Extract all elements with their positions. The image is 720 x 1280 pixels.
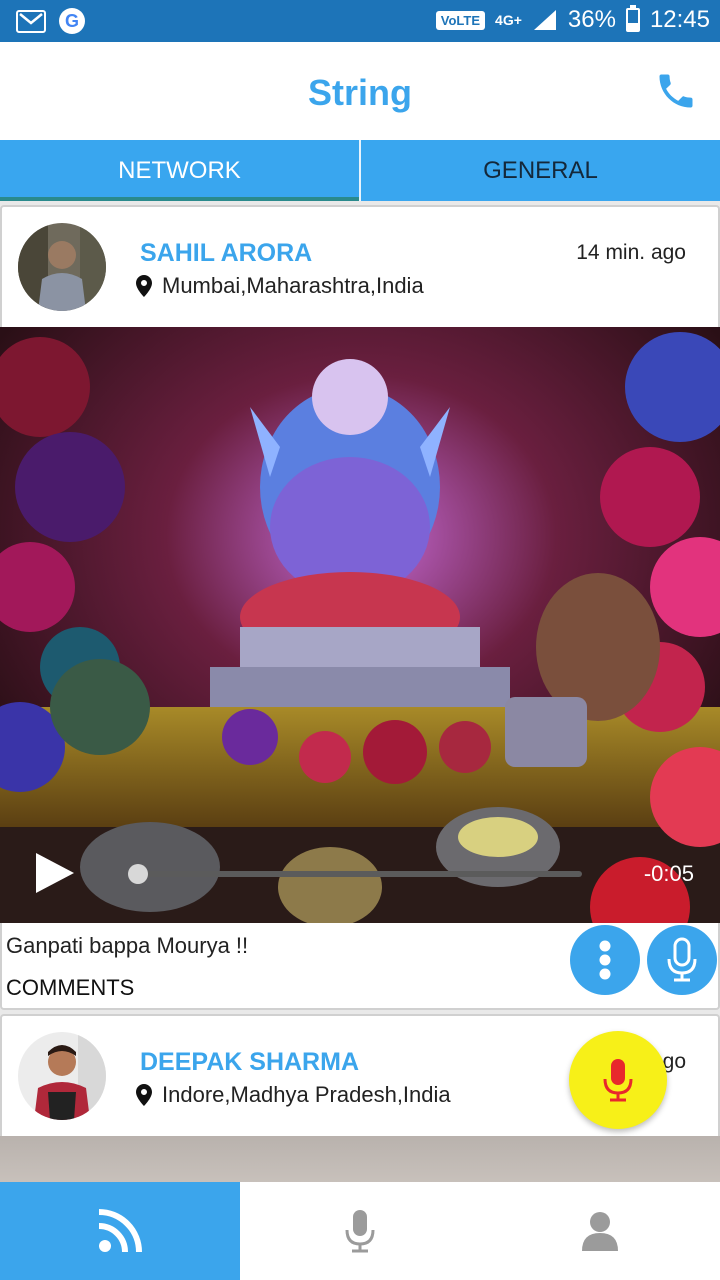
network-type: 4G+ [495,12,522,28]
phone-icon[interactable] [654,69,698,113]
nav-feed[interactable] [0,1182,240,1280]
tab-general[interactable]: GENERAL [359,140,720,201]
app-bar: String [0,42,720,140]
more-vert-icon [599,940,611,980]
clock: 12:45 [649,6,710,33]
volte-badge: VoLTE [435,10,486,30]
play-icon[interactable] [30,849,78,897]
google-icon: G [59,8,85,34]
time-remaining: -0:05 [643,861,694,886]
seek-bar[interactable] [138,871,582,877]
avatar[interactable] [18,223,106,311]
tab-network[interactable]: NETWORK [0,140,359,201]
battery-icon [625,5,640,32]
location-pin-icon [136,1084,152,1106]
video-player[interactable]: -0:05 [0,327,720,923]
voice-comment-button[interactable] [647,925,717,995]
post-location: Indore,Madhya Pradesh,India [136,1082,451,1108]
avatar[interactable] [18,1032,106,1120]
person-icon [582,1212,618,1251]
post-author[interactable]: DEEPAK SHARMA [140,1048,359,1077]
post-header: SAHIL ARORA Mumbai,Maharashtra,India 14 … [2,207,718,327]
battery-percent: 36% [567,6,616,33]
post-author[interactable]: SAHIL ARORA [140,239,312,268]
mic-icon [667,937,697,982]
svg-text:G: G [65,11,79,31]
signal-icon [533,10,556,30]
gmail-icon [16,10,46,33]
nav-record[interactable] [240,1182,480,1280]
mic-icon [345,1210,375,1253]
tab-bar: NETWORK GENERAL [0,140,720,201]
video-thumbnail [0,327,720,923]
post-card: SAHIL ARORA Mumbai,Maharashtra,India 14 … [0,205,720,1010]
mic-icon [603,1059,633,1102]
comments-link[interactable]: COMMENTS [6,975,134,1001]
feed-icon [98,1209,142,1253]
status-bar: G VoLTE 4G+ 36% 12:45 [0,0,720,42]
location-text: Mumbai,Maharashtra,India [162,273,424,298]
post-timestamp: 14 min. ago [576,241,686,264]
location-pin-icon [136,275,152,297]
post-location: Mumbai,Maharashtra,India [136,273,424,299]
app-title: String [308,72,412,113]
nav-profile[interactable] [480,1182,720,1280]
seek-handle[interactable] [128,864,148,884]
record-fab[interactable] [569,1031,667,1129]
more-button[interactable] [570,925,640,995]
bottom-nav [0,1182,720,1280]
post-caption: Ganpati bappa Mourya !! [6,933,249,958]
location-text: Indore,Madhya Pradesh,India [162,1082,451,1107]
